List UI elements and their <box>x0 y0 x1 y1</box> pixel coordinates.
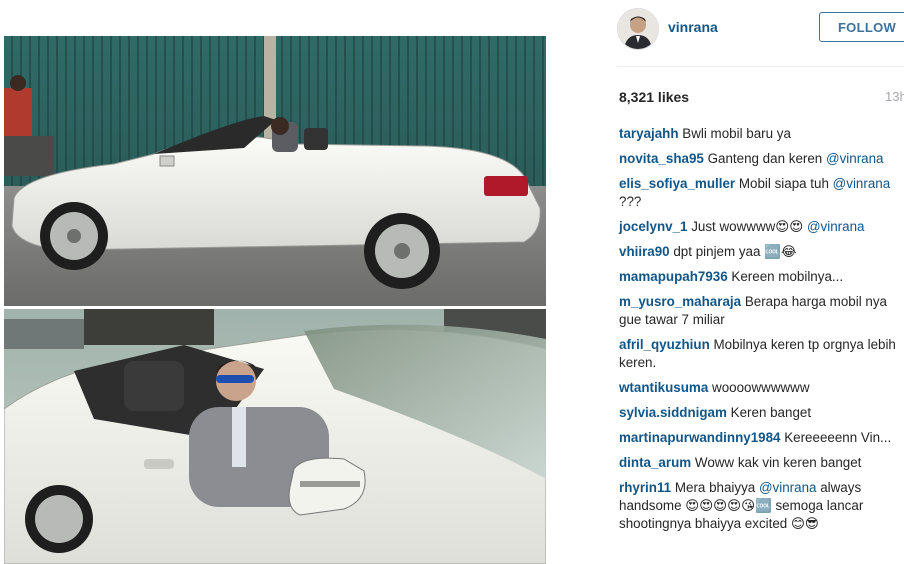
comment-item: elis_sofiya_muller Mobil siapa tuh @vinr… <box>619 175 899 211</box>
comment-username[interactable]: taryajahh <box>619 126 679 141</box>
comment-item: mamapupah7936 Kereen mobilnya... <box>619 268 899 286</box>
comment-item: martinapurwandinny1984 Kereeeeenn Vin... <box>619 429 899 447</box>
comment-text: Woww kak vin keren banget <box>694 455 862 470</box>
comment-username[interactable]: m_yusro_maharaja <box>619 294 741 309</box>
comment-username[interactable]: elis_sofiya_muller <box>619 176 735 191</box>
comment-text: Keren banget <box>730 405 812 420</box>
comment-username[interactable]: jocelynv_1 <box>619 219 687 234</box>
comment-item: sylvia.siddnigam Keren banget <box>619 404 899 422</box>
avatar[interactable] <box>617 8 659 50</box>
comment-text: Mobil siapa tuh <box>738 176 829 191</box>
post-side-panel: vinrana FOLLOW 8,321 likes 13h taryajahh… <box>605 0 904 564</box>
comment-username[interactable]: afril_qyuzhiun <box>619 337 710 352</box>
comment-username[interactable]: novita_sha95 <box>619 151 704 166</box>
comment-text-continued: ??? <box>619 194 642 209</box>
comment-username[interactable]: rhyrin11 <box>619 480 671 495</box>
comment-text: Just wowwww😍😍 <box>691 219 804 234</box>
comment-item: rhyrin11 Mera bhaiyya @vinrana always ha… <box>619 479 899 533</box>
photo-top-car-side-view <box>4 36 546 306</box>
comment-username[interactable]: sylvia.siddnigam <box>619 405 727 420</box>
photo-bottom-driver-closeup <box>4 309 546 564</box>
comment-username[interactable]: martinapurwandinny1984 <box>619 430 780 445</box>
comment-item: afril_qyuzhiun Mobilnya keren tp orgnya … <box>619 336 899 372</box>
comment-item: novita_sha95 Ganteng dan keren @vinrana <box>619 150 899 168</box>
post-username[interactable]: vinrana <box>668 19 718 35</box>
comment-text: woooowwwwww <box>712 380 810 395</box>
comment-username[interactable]: dinta_arum <box>619 455 691 470</box>
comment-text: Kereeeeenn Vin... <box>784 430 892 445</box>
comment-item: vhiira90 dpt pinjem yaa 🆒😂 <box>619 243 899 261</box>
comment-item: m_yusro_maharaja Berapa harga mobil nya … <box>619 293 899 329</box>
comment-item: taryajahh Bwli mobil baru ya <box>619 125 899 143</box>
comment-mention-link[interactable]: @vinrana <box>807 219 865 234</box>
comment-text: dpt pinjem yaa 🆒😂 <box>673 244 797 259</box>
comment-username[interactable]: mamapupah7936 <box>619 269 728 284</box>
comment-username[interactable]: wtantikusuma <box>619 380 708 395</box>
comment-text: Ganteng dan keren <box>707 151 823 166</box>
comment-text: Bwli mobil baru ya <box>682 126 791 141</box>
post-timestamp[interactable]: 13h <box>885 89 904 104</box>
post-photo[interactable] <box>0 0 604 564</box>
comment-item: dinta_arum Woww kak vin keren banget <box>619 454 899 472</box>
comment-mention-link[interactable]: @vinrana <box>833 176 891 191</box>
follow-button[interactable]: FOLLOW <box>819 12 904 42</box>
comment-mention-link[interactable]: @vinrana <box>759 480 817 495</box>
likes-count[interactable]: 8,321 likes <box>619 89 689 105</box>
comment-username[interactable]: vhiira90 <box>619 244 670 259</box>
comment-text: Kereen mobilnya... <box>731 269 844 284</box>
comment-mention-link[interactable]: @vinrana <box>826 151 884 166</box>
comment-item: jocelynv_1 Just wowwww😍😍 @vinrana <box>619 218 899 236</box>
comment-item: wtantikusuma woooowwwwww <box>619 379 899 397</box>
comment-text: Mera bhaiyya <box>674 480 756 495</box>
comments-list: taryajahh Bwli mobil baru ya novita_sha95… <box>619 125 899 540</box>
header-divider <box>617 66 904 67</box>
